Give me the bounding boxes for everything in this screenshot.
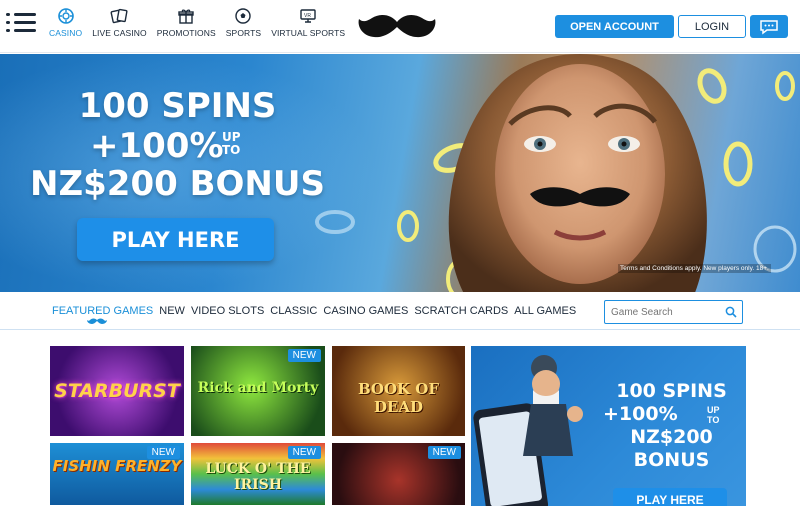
promo-play-button[interactable]: PLAY HERE — [613, 488, 727, 506]
hero-headline-percent: +100% — [90, 126, 224, 166]
cards-icon — [110, 8, 128, 24]
game-tile-fishin-frenzy[interactable]: FISHIN FRENZY NEW — [50, 443, 184, 505]
nav-promotions[interactable]: PROMOTIONS — [152, 8, 221, 38]
tab-scratch-cards[interactable]: SCRATCH CARDS — [414, 305, 508, 317]
soccer-ball-icon — [234, 8, 252, 24]
game-search-input[interactable] — [611, 305, 721, 320]
terms-text[interactable]: Terms and Conditions apply. New players … — [618, 264, 771, 273]
tab-classic[interactable]: CLASSIC — [270, 305, 317, 317]
nav-virtual-sports[interactable]: VR VIRTUAL SPORTS — [266, 8, 350, 38]
tab-video-slots[interactable]: VIDEO SLOTS — [191, 305, 264, 317]
chat-button[interactable] — [750, 15, 788, 38]
casino-chip-icon — [57, 8, 75, 24]
active-tab-mustache-icon — [87, 318, 107, 324]
game-title: STARBURST — [54, 380, 180, 402]
game-tile-starburst[interactable]: STARBURST — [50, 346, 184, 436]
promo-spins: 100 SPINS — [616, 380, 727, 402]
game-tile-luck-o-the-irish[interactable]: LUCK O' THE IRISH NEW — [191, 443, 325, 505]
tab-featured-games[interactable]: FEATURED GAMES — [52, 305, 153, 317]
search-icon[interactable] — [725, 306, 737, 318]
nav-casino[interactable]: CASINO — [44, 8, 87, 38]
open-account-button[interactable]: OPEN ACCOUNT — [555, 15, 674, 38]
tab-casino-games[interactable]: CASINO GAMES — [323, 305, 408, 317]
hero-banner: 100 SPINS +100% UP TO NZ$200 BONUS PLAY … — [0, 54, 800, 292]
nav-promotions-label: PROMOTIONS — [156, 28, 216, 38]
promo-to-text: TO — [707, 415, 720, 425]
game-tile-dragon[interactable]: NEW — [332, 443, 465, 505]
game-category-tabs: FEATURED GAMES NEW VIDEO SLOTS CLASSIC C… — [52, 305, 576, 317]
nav-virtual-sports-label: VIRTUAL SPORTS — [271, 28, 346, 38]
game-title: Rick and Morty — [197, 380, 319, 396]
mustache-logo[interactable] — [356, 10, 438, 42]
promo-amount: NZ$200 — [630, 426, 713, 448]
promo-up-text: UP — [707, 405, 720, 415]
svg-text:VR: VR — [304, 13, 311, 19]
promo-up-to: UP TO — [707, 405, 720, 425]
game-title: LUCK O' THE IRISH — [205, 461, 311, 493]
chat-icon — [760, 19, 778, 34]
tab-all-games[interactable]: ALL GAMES — [514, 305, 576, 317]
hero-play-button[interactable]: PLAY HERE — [77, 218, 274, 261]
virtual-screen-icon: VR — [299, 8, 317, 24]
login-button[interactable]: LOGIN — [678, 15, 746, 38]
promo-percent: +100% — [603, 403, 678, 425]
tab-new[interactable]: NEW — [159, 305, 185, 317]
tabs-divider — [0, 329, 800, 330]
game-tile-rick-and-morty[interactable]: Rick and Morty NEW — [191, 346, 325, 436]
game-title: BOOK OF DEAD — [357, 380, 440, 416]
hero-to-text: TO — [222, 143, 241, 157]
game-title: FISHIN FRENZY — [52, 457, 182, 475]
menu-icon[interactable] — [6, 10, 36, 36]
new-badge: NEW — [427, 446, 461, 459]
hero-headline-bonus: NZ$200 BONUS — [30, 164, 325, 204]
promo-tile[interactable]: 100 SPINS +100% UP TO NZ$200 BONUS PLAY … — [471, 346, 746, 506]
hero-headline-spins: 100 SPINS — [78, 86, 277, 126]
new-badge: NEW — [146, 446, 180, 459]
nav-sports[interactable]: SPORTS — [221, 8, 266, 38]
nav-live-casino-label: LIVE CASINO — [92, 28, 147, 38]
site-header: CASINO LIVE CASINO PROMOTIONS SPORTS VR … — [0, 0, 800, 53]
game-tile-book-of-dead[interactable]: BOOK OF DEAD — [332, 346, 465, 436]
nav-sports-label: SPORTS — [225, 28, 262, 38]
main-nav: CASINO LIVE CASINO PROMOTIONS SPORTS VR … — [44, 8, 350, 38]
gift-icon — [177, 8, 195, 24]
nav-casino-label: CASINO — [49, 28, 83, 38]
hero-up-to: UP TO — [222, 131, 241, 157]
hero-model-image — [448, 54, 707, 292]
new-badge: NEW — [287, 446, 321, 459]
promo-bonus: BONUS — [633, 449, 710, 471]
nav-live-casino[interactable]: LIVE CASINO — [87, 8, 151, 38]
game-search-box[interactable] — [604, 300, 743, 324]
new-badge: NEW — [287, 349, 321, 362]
